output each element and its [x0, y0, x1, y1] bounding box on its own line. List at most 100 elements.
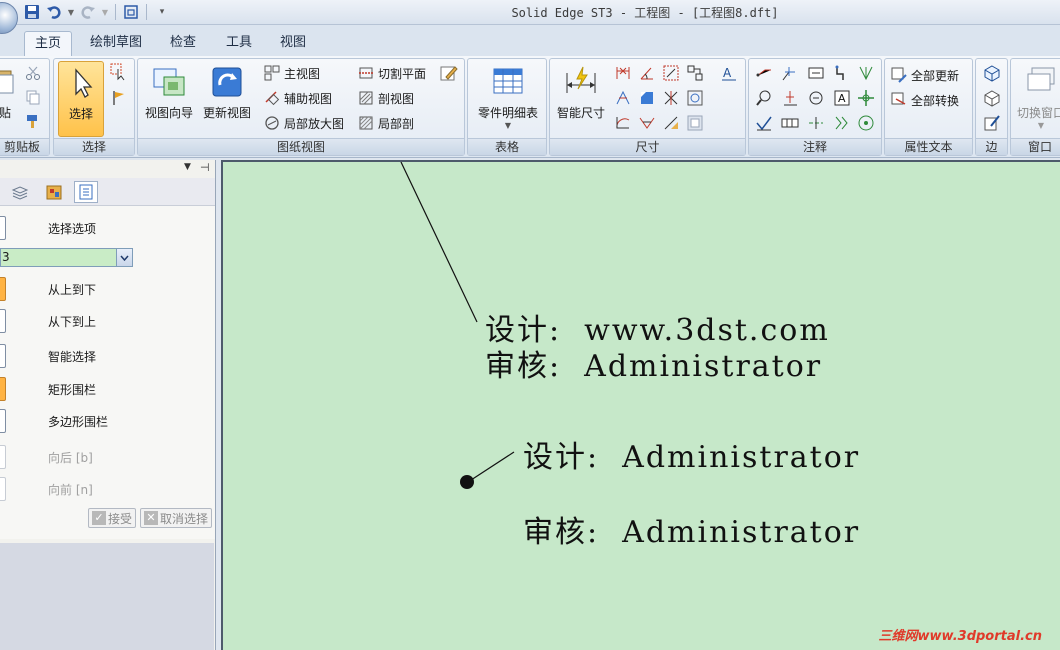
- leader-icon[interactable]: [755, 64, 773, 82]
- show-edges-icon[interactable]: [983, 64, 1001, 82]
- principal-view-icon: [264, 65, 280, 81]
- section-view-button[interactable]: 剖视图: [358, 88, 414, 108]
- pin-icon[interactable]: ⊣: [200, 161, 210, 174]
- bolt-hole-circle-icon[interactable]: [833, 114, 851, 132]
- edge-painter-icon[interactable]: [983, 114, 1001, 132]
- annotation-text[interactable]: 审核: Administrator: [523, 507, 860, 551]
- principal-view-button[interactable]: 主视图: [264, 63, 320, 83]
- smart-select-button[interactable]: [0, 344, 6, 368]
- format-painter-icon[interactable]: [25, 113, 43, 131]
- deselect-button[interactable]: ✕ 取消选择: [140, 508, 213, 528]
- panel-header: ▼ ⊣: [0, 160, 215, 178]
- auxiliary-view-icon: [265, 91, 280, 106]
- coordinate-dimension-icon[interactable]: [662, 64, 680, 82]
- flag-icon[interactable]: [110, 89, 128, 107]
- center-mark-icon[interactable]: [857, 89, 875, 107]
- cut-icon[interactable]: [25, 65, 43, 83]
- step-forward-button[interactable]: [0, 477, 6, 501]
- tab-sketch[interactable]: 绘制草图: [80, 31, 152, 56]
- angle-between-icon[interactable]: [638, 64, 656, 82]
- list-item[interactable]: 智能选择: [0, 344, 214, 368]
- accept-button[interactable]: ✓ 接受: [88, 508, 137, 528]
- leader-line[interactable]: [467, 451, 515, 483]
- group-label-select: 选择: [54, 138, 134, 155]
- tab-tools[interactable]: 工具: [216, 31, 262, 56]
- center-mark-circle-icon[interactable]: [857, 114, 875, 132]
- parts-list-button[interactable]: 零件明细表 ▼: [470, 61, 546, 137]
- list-item[interactable]: 从下到上: [0, 309, 214, 333]
- convert-all-button[interactable]: 全部转换: [891, 90, 959, 110]
- smart-dimension-button[interactable]: 智能尺寸: [552, 61, 610, 137]
- list-item[interactable]: 多边形围栏: [0, 409, 214, 433]
- copy-icon[interactable]: [25, 89, 43, 107]
- radial-dimension-icon[interactable]: [662, 89, 680, 107]
- dimension-style-icon[interactable]: [686, 114, 704, 132]
- angular-coordinate-icon[interactable]: [686, 64, 704, 82]
- group-edges: 边: [975, 58, 1008, 156]
- cutting-plane-icon: [359, 67, 373, 79]
- balloon-icon[interactable]: [781, 64, 799, 82]
- list-item[interactable]: 向后 [b]: [0, 445, 214, 469]
- broken-out-section-icon: [359, 116, 373, 130]
- arc-length-icon[interactable]: [614, 114, 632, 132]
- edit-view-icon[interactable]: [440, 64, 458, 82]
- surface-texture-icon[interactable]: [833, 64, 851, 82]
- auxiliary-view-button[interactable]: 辅助视图: [264, 88, 332, 108]
- broken-out-section-button[interactable]: 局部剖: [358, 113, 414, 133]
- polygon-fence-button[interactable]: [0, 409, 6, 433]
- view-wizard-button[interactable]: 视图向导: [140, 61, 198, 137]
- symmetric-diameter-icon[interactable]: [614, 89, 632, 107]
- update-views-button[interactable]: 更新视图: [200, 61, 254, 137]
- callout-icon[interactable]: [807, 64, 825, 82]
- annotation-text[interactable]: 审核: Administrator: [485, 341, 822, 385]
- chevron-down-icon[interactable]: [116, 249, 132, 266]
- tab-view[interactable]: 视图: [270, 31, 316, 56]
- text-annotation-icon[interactable]: A: [720, 64, 738, 82]
- chamfer-dimension-icon[interactable]: [638, 89, 656, 107]
- feature-control-frame-icon[interactable]: [781, 114, 799, 132]
- leader-terminator-dot[interactable]: [460, 475, 474, 489]
- svg-text:A: A: [723, 66, 732, 80]
- list-item[interactable]: 选择选项: [0, 216, 214, 240]
- edit-dimension-icon[interactable]: [662, 114, 680, 132]
- step-back-button[interactable]: [0, 445, 6, 469]
- selection-filter-select[interactable]: 3: [0, 248, 133, 267]
- text-box-icon[interactable]: A: [833, 89, 851, 107]
- annotation-text[interactable]: 设计: Administrator: [523, 432, 860, 476]
- update-all-button[interactable]: 全部更新: [891, 65, 959, 85]
- center-line-icon[interactable]: [807, 114, 825, 132]
- select-button[interactable]: 选择: [58, 61, 104, 137]
- tab-home[interactable]: 主页: [24, 31, 73, 56]
- top-down-button[interactable]: [0, 277, 6, 301]
- hole-callout-icon[interactable]: [686, 89, 704, 107]
- check-icon: ✓: [92, 511, 106, 525]
- list-item[interactable]: 矩形围栏: [0, 377, 214, 401]
- rectangle-fence-button[interactable]: [0, 377, 6, 401]
- panel-menu-icon[interactable]: ▼: [184, 162, 191, 172]
- datum-target-icon[interactable]: [781, 89, 799, 107]
- select-options-tab-icon[interactable]: [74, 181, 98, 203]
- weld-symbol-icon[interactable]: [857, 64, 875, 82]
- list-item[interactable]: 从上到下: [0, 277, 214, 301]
- select-tool-icon[interactable]: [110, 63, 128, 81]
- bottom-up-button[interactable]: [0, 309, 6, 333]
- detail-view-button[interactable]: 局部放大图: [264, 113, 344, 133]
- distance-between-icon[interactable]: [614, 64, 632, 82]
- hide-edges-icon[interactable]: [983, 89, 1001, 107]
- check-mark-icon[interactable]: [755, 114, 773, 132]
- drawing-canvas[interactable]: 设计: www.3dst.com 审核: Administrator 设计: A…: [221, 160, 1060, 650]
- paste-button[interactable]: 贴: [0, 61, 15, 137]
- angle-annotation-icon[interactable]: [638, 114, 656, 132]
- group-label-tables: 表格: [468, 138, 546, 155]
- library-icon[interactable]: [42, 181, 66, 203]
- leader-line[interactable]: [400, 162, 478, 323]
- cutting-plane-button[interactable]: 切割平面: [358, 63, 426, 83]
- zoom-annotation-icon[interactable]: [755, 89, 773, 107]
- group-label-property-text: 属性文本: [885, 138, 972, 155]
- select-options-button[interactable]: [0, 216, 6, 240]
- switch-window-button[interactable]: 切换窗口 ▼: [1013, 61, 1060, 137]
- edge-condition-icon[interactable]: [807, 89, 825, 107]
- layers-icon[interactable]: [8, 181, 32, 203]
- tab-inspect[interactable]: 检查: [160, 31, 206, 56]
- list-item[interactable]: 向前 [n]: [0, 477, 214, 501]
